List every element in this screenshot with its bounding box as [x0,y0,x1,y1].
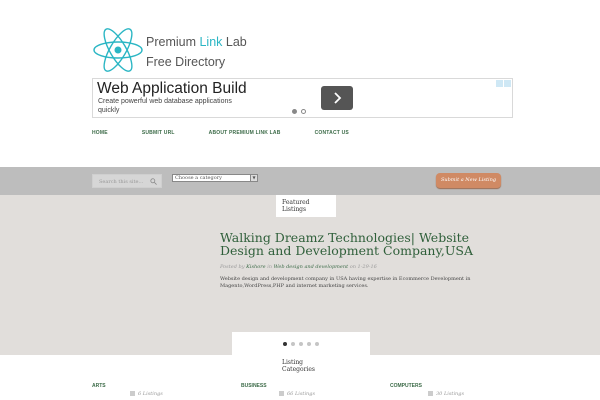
category-count-text: 6 Listings [138,391,163,397]
nav-home[interactable]: HOME [92,130,108,136]
pager-dot[interactable] [283,341,287,346]
category-count: 6 Listings [130,391,163,397]
chevron-right-icon [334,92,342,104]
logo-title-b: Lab [222,35,247,49]
logo-title: Premium Link Lab [146,32,247,52]
ad-next-button[interactable] [321,86,353,110]
featured-section: Featured Listings Walking Dreamz Technol… [0,195,600,355]
nav-contact[interactable]: CONTACT US [315,130,349,136]
ad-choices-icon[interactable] [496,80,511,87]
category-business[interactable]: BUSINESS 66 Listings [241,383,315,397]
category-select-value: Choose a category [175,175,222,181]
pager-dot[interactable] [291,341,295,346]
meta-date: 1-29-16 [357,264,377,270]
categories-tab-line1: Listing [282,359,304,366]
featured-listings-tab: Featured Listings [276,195,336,217]
ad-title[interactable]: Web Application Build [97,80,247,98]
ad-description: Create powerful web database application… [98,98,232,114]
categories-tab-line2: Categories [282,366,315,373]
logo-text: Premium Link Lab Free Directory [146,32,247,72]
logo-title-a: Premium [146,35,200,49]
ad-dot[interactable] [301,109,306,114]
meta-on: on [349,264,356,270]
nav-submit-url[interactable]: SUBMIT URL [142,130,175,136]
meta-in: in [267,264,273,270]
meta-author[interactable]: Kishore [246,264,265,270]
search-placeholder: Search this site... [99,179,144,185]
category-name[interactable]: ARTS [92,383,106,389]
ad-banner[interactable]: Web Application Build Create powerful we… [92,78,513,118]
folder-icon [130,391,135,396]
logo-subtitle: Free Directory [146,55,226,69]
featured-excerpt: Website design and development company i… [220,276,471,289]
search-bar: Search this site... Choose a category ▼ … [0,167,600,195]
ad-dot[interactable] [292,109,297,114]
listing-categories-tab: Listing Categories [276,355,336,377]
ad-pager [292,109,306,114]
featured-pager [232,332,370,355]
featured-tab-line1: Featured [282,199,310,206]
search-input[interactable]: Search this site... [92,174,162,188]
category-arts[interactable]: ARTS 6 Listings [92,383,163,397]
category-count: 30 Listings [428,391,464,397]
category-name[interactable]: BUSINESS [241,383,267,389]
site-logo[interactable]: Premium Link Lab Free Directory [92,24,262,76]
pager-dot[interactable] [307,341,311,346]
category-count-text: 30 Listings [436,391,465,397]
pager-dot[interactable] [299,341,303,346]
main-nav: HOME SUBMIT URL ABOUT PREMIUM LINK LAB C… [92,130,383,136]
category-count-text: 66 Listings [287,391,316,397]
featured-headline[interactable]: Walking Dreamz Technologies| Website Des… [220,231,490,257]
category-select[interactable]: Choose a category ▼ [172,174,258,182]
category-computers[interactable]: COMPUTERS 30 Listings [390,383,464,397]
chevron-down-icon: ▼ [250,175,257,181]
meta-posted: Posted by [220,264,245,270]
category-count: 66 Listings [279,391,315,397]
nav-about[interactable]: ABOUT PREMIUM LINK LAB [209,130,281,136]
category-name[interactable]: COMPUTERS [390,383,422,389]
pager-dot[interactable] [315,341,319,346]
meta-category[interactable]: Web design and development [274,264,349,270]
featured-tab-line2: Listings [282,206,307,213]
folder-icon [279,391,284,396]
search-icon[interactable] [150,178,157,185]
atom-icon [93,28,143,72]
submit-listing-button[interactable]: Submit a New Listing [436,173,501,188]
folder-icon [428,391,433,396]
logo-title-accent: Link [199,35,223,49]
featured-meta: Posted by Kishore in Web design and deve… [220,264,377,270]
